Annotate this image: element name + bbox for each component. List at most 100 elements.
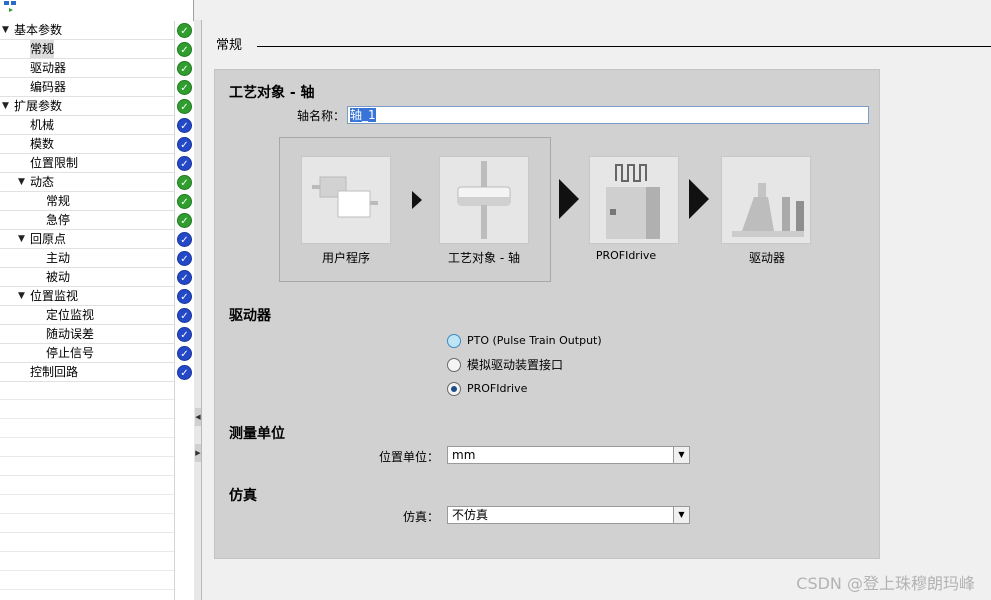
radio-button[interactable] bbox=[447, 334, 461, 348]
arrow-right-icon bbox=[412, 191, 422, 209]
status-complete-icon: ✓ bbox=[177, 194, 192, 209]
expand-arrow-icon[interactable]: ▼ bbox=[18, 173, 25, 191]
tree-item[interactable]: 被动 bbox=[0, 268, 174, 287]
status-complete-icon: ✓ bbox=[177, 99, 192, 114]
tree-item[interactable]: 随动误差 bbox=[0, 325, 174, 344]
axis-icon bbox=[457, 161, 511, 239]
tech-object-axis-caption: 工艺对象 - 轴 bbox=[448, 251, 520, 265]
tree-item[interactable]: 位置限制 bbox=[0, 154, 174, 173]
status-complete-icon: ✓ bbox=[177, 80, 192, 95]
tree-item-label: 扩展参数 bbox=[14, 99, 63, 113]
tree-item-label: 常规 bbox=[30, 40, 55, 58]
tree-item[interactable]: ▼ 基本参数 bbox=[0, 21, 174, 40]
tree-item-label: 机械 bbox=[30, 118, 55, 132]
tree-item[interactable]: 模数 bbox=[0, 135, 174, 154]
expand-right-icon[interactable]: ▶ bbox=[195, 444, 201, 462]
tree-item[interactable]: ▼ 位置监视 bbox=[0, 287, 174, 306]
expand-arrow-icon[interactable]: ▼ bbox=[18, 287, 25, 305]
tech-object-heading: 工艺对象 - 轴 bbox=[229, 85, 315, 101]
tree-item-label: 位置限制 bbox=[30, 156, 79, 170]
profidrive-caption: PROFIdrive bbox=[595, 249, 657, 262]
profidrive-icon bbox=[606, 164, 660, 239]
tree-item[interactable]: 机械 bbox=[0, 116, 174, 135]
tree-item[interactable]: 控制回路 bbox=[0, 363, 174, 382]
tree-header bbox=[0, 0, 193, 20]
tree-item-label: 急停 bbox=[46, 213, 71, 227]
expand-arrow-icon[interactable]: ▼ bbox=[18, 230, 25, 248]
technology-object-icon bbox=[3, 0, 19, 17]
chevron-down-icon[interactable]: ▼ bbox=[673, 507, 689, 523]
tree-item-label: 回原点 bbox=[30, 232, 67, 246]
tree-item-label: 被动 bbox=[46, 270, 71, 284]
status-default-icon: ✓ bbox=[177, 308, 192, 323]
status-default-icon: ✓ bbox=[177, 232, 192, 247]
position-unit-value: mm bbox=[452, 448, 476, 462]
radio-profidrive-label: PROFIdrive bbox=[467, 382, 528, 395]
section-title: 常规 bbox=[216, 38, 243, 53]
tree-item[interactable]: 驱动器 bbox=[0, 59, 174, 78]
main-content: 常规 工艺对象 - 轴 轴名称： 轴_1 用户程序 工艺对象 - 轴 PROFI… bbox=[203, 0, 991, 600]
status-icon-column: ✓ ✓ ✓ ✓ ✓ ✓ ✓ ✓ ✓ ✓ ✓ ✓ ✓ ✓ ✓ ✓ ✓ ✓ ✓ bbox=[174, 21, 194, 600]
user-program-caption: 用户程序 bbox=[321, 251, 370, 265]
collapse-left-icon[interactable]: ◀ bbox=[195, 408, 201, 426]
position-unit-select[interactable]: mm ▼ bbox=[447, 446, 690, 464]
tree-item[interactable]: 常规 bbox=[0, 192, 174, 211]
tree-item-label: 位置监视 bbox=[30, 289, 79, 303]
status-default-icon: ✓ bbox=[177, 346, 192, 361]
status-complete-icon: ✓ bbox=[177, 175, 192, 190]
tree-item[interactable]: 主动 bbox=[0, 249, 174, 268]
tree-item-label: 常规 bbox=[46, 194, 71, 208]
user-program-tile bbox=[301, 156, 391, 244]
status-complete-icon: ✓ bbox=[177, 61, 192, 76]
tree-item-label: 停止信号 bbox=[46, 346, 95, 360]
arrow-right-icon bbox=[689, 179, 709, 219]
profidrive-tile bbox=[589, 156, 679, 244]
axis-name-label: 轴名称： bbox=[296, 109, 345, 123]
expand-arrow-icon[interactable]: ▼ bbox=[2, 97, 9, 115]
tree-item[interactable]: 编码器 bbox=[0, 78, 174, 97]
tree-item-label: 动态 bbox=[30, 175, 55, 189]
tree-item-label: 随动误差 bbox=[46, 327, 95, 341]
tree-item-label: 定位监视 bbox=[46, 308, 95, 322]
panel-splitter[interactable]: ◀ ▶ bbox=[194, 20, 202, 600]
tree-item[interactable]: 停止信号 bbox=[0, 344, 174, 363]
tree-item[interactable]: ▼ 动态 bbox=[0, 173, 174, 192]
tree-item[interactable]: 定位监视 bbox=[0, 306, 174, 325]
radio-button[interactable] bbox=[447, 358, 461, 372]
expand-arrow-icon[interactable]: ▼ bbox=[2, 21, 9, 39]
watermark: CSDN @登上珠穆朗玛峰 bbox=[796, 574, 975, 593]
tree-item[interactable]: 急停 bbox=[0, 211, 174, 230]
drive-caption: 驱动器 bbox=[748, 251, 785, 265]
tree-item-label: 主动 bbox=[46, 251, 71, 265]
axis-name-input[interactable]: 轴_1 bbox=[347, 106, 869, 124]
status-default-icon: ✓ bbox=[177, 251, 192, 266]
drive-icon bbox=[732, 183, 804, 237]
status-default-icon: ✓ bbox=[177, 137, 192, 152]
status-complete-icon: ✓ bbox=[177, 42, 192, 57]
drive-tile bbox=[721, 156, 811, 244]
tree-item-label: 控制回路 bbox=[30, 365, 79, 379]
section-divider bbox=[257, 46, 991, 47]
position-unit-label: 位置单位： bbox=[378, 450, 439, 464]
tree-item-label: 基本参数 bbox=[14, 23, 63, 37]
radio-pto-label: PTO (Pulse Train Output) bbox=[467, 334, 602, 347]
status-default-icon: ✓ bbox=[177, 289, 192, 304]
radio-button-checked[interactable] bbox=[447, 382, 461, 396]
status-default-icon: ✓ bbox=[177, 156, 192, 171]
tech-object-axis-tile bbox=[439, 156, 529, 244]
tree-item[interactable]: ▼ 回原点 bbox=[0, 230, 174, 249]
simulation-select[interactable]: 不仿真 ▼ bbox=[447, 506, 690, 524]
status-default-icon: ✓ bbox=[177, 118, 192, 133]
status-complete-icon: ✓ bbox=[177, 23, 192, 38]
status-complete-icon: ✓ bbox=[177, 213, 192, 228]
navigation-tree: ▼ 基本参数 常规 驱动器 编码器 ▼ 扩展参数 机械 模数 位置限制 ▼ 动态 常规 急停 ▼ 回原点 主动被… bbox=[0, 0, 194, 600]
radio-analog-drive-label: 模拟驱动装置接口 bbox=[467, 358, 564, 372]
status-default-icon: ✓ bbox=[177, 365, 192, 380]
tree-item[interactable]: ▼ 扩展参数 bbox=[0, 97, 174, 116]
drive-heading: 驱动器 bbox=[229, 308, 271, 324]
tree-item[interactable]: 常规 bbox=[0, 40, 174, 59]
arrow-right-icon bbox=[559, 179, 579, 219]
settings-panel: 工艺对象 - 轴 轴名称： 轴_1 用户程序 工艺对象 - 轴 PROFIdri… bbox=[214, 69, 880, 559]
chevron-down-icon[interactable]: ▼ bbox=[673, 447, 689, 463]
tree-item-label: 编码器 bbox=[30, 80, 67, 94]
